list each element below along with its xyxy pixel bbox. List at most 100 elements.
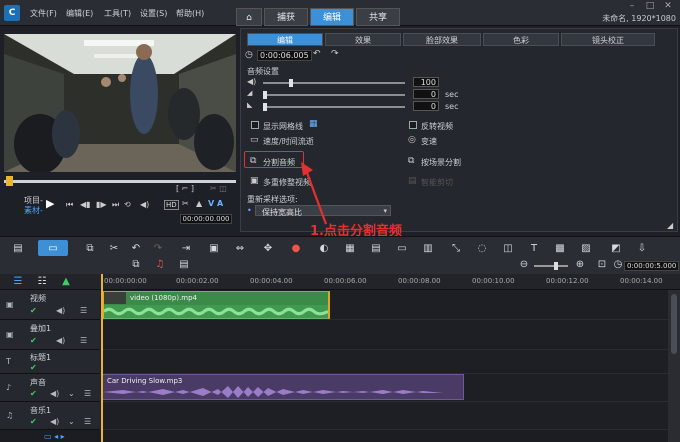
redo-icon[interactable]: ↷ xyxy=(152,243,164,254)
menu-file[interactable]: 文件(F) xyxy=(30,8,57,19)
multicam-icon[interactable]: ▦ xyxy=(344,243,356,254)
step-back-icon[interactable]: ◀▮ xyxy=(80,200,91,209)
track-audio-icon[interactable]: ◀) xyxy=(56,306,65,315)
show-grid-checkbox[interactable] xyxy=(251,121,259,129)
track-header-music[interactable]: ♫ 音乐1 ✔ ◀) ⌄ ☰ xyxy=(0,402,100,430)
volume-icon[interactable]: ◀) xyxy=(140,200,149,209)
sync-icon[interactable]: ⧉ xyxy=(130,259,142,270)
track-expand-icon[interactable]: ⌄ xyxy=(68,389,75,398)
track-visible-icon[interactable]: ✔ xyxy=(30,389,37,398)
tab-color[interactable]: 色彩 xyxy=(483,33,559,46)
track-header-voice[interactable]: ♪ 声音 ✔ ◀) ⌄ ☰ xyxy=(0,374,100,402)
audio-clip[interactable]: Car Driving Slow.mp3 xyxy=(102,374,464,400)
clip-duration-field[interactable]: 0:00:06.005 xyxy=(257,50,312,61)
track-header-title[interactable]: T 标题1 ✔ xyxy=(0,350,100,374)
ai-icon[interactable]: ◩ xyxy=(610,243,622,254)
split-screen-icon[interactable]: ▥ xyxy=(422,243,434,254)
timeline-timecode[interactable]: 0:00:00:5.000 xyxy=(624,261,680,271)
rotate-left-icon[interactable]: ↶ xyxy=(313,49,321,59)
tab-capture[interactable]: 捕获 xyxy=(264,8,308,26)
motion-icon[interactable]: ✥ xyxy=(262,243,274,254)
text-icon[interactable]: V A xyxy=(208,199,223,208)
tab-home[interactable]: ⌂ xyxy=(236,8,262,26)
track-menu-icon[interactable]: ☰ xyxy=(84,417,91,426)
menu-help[interactable]: 帮助(H) xyxy=(176,8,204,19)
volume-value[interactable]: 100 xyxy=(413,77,439,87)
menu-tools[interactable]: 工具(T) xyxy=(104,8,131,19)
maximize-icon[interactable]: □ xyxy=(642,1,658,12)
track-row-music[interactable] xyxy=(100,402,668,430)
variable-speed-icon[interactable]: ◎ xyxy=(408,135,416,145)
undo-icon[interactable]: ↶ xyxy=(130,243,142,254)
track-row-title[interactable] xyxy=(100,350,668,374)
skip-start-icon[interactable]: ⏮ xyxy=(66,200,73,210)
track-visible-icon[interactable]: ✔ xyxy=(30,306,37,315)
menu-edit[interactable]: 编辑(E) xyxy=(66,8,93,19)
track-list-icon[interactable]: ☰ xyxy=(12,276,24,287)
scrubber-handle[interactable] xyxy=(6,176,13,186)
reverse-video-checkbox[interactable] xyxy=(409,121,417,129)
zoom-in-icon[interactable]: ⊕ xyxy=(574,259,586,270)
pan-zoom-icon[interactable]: ⤡ xyxy=(450,243,462,254)
track-audio-icon[interactable]: ◀) xyxy=(56,336,65,345)
track-options-icon[interactable]: ☷ xyxy=(36,276,48,287)
track-audio-icon[interactable]: ◀) xyxy=(50,417,59,426)
zoom-slider[interactable] xyxy=(534,262,568,270)
rotate-right-icon[interactable]: ↷ xyxy=(331,49,339,59)
track-header-video[interactable]: ▣ 视频 ✔ ◀) ☰ xyxy=(0,290,100,320)
track-visible-icon[interactable]: ✔ xyxy=(30,336,37,345)
track-menu-icon[interactable]: ☰ xyxy=(80,306,87,315)
trim-icon[interactable]: ⇥ xyxy=(180,243,192,254)
tab-face-effects[interactable]: 脸部效果 xyxy=(403,33,481,46)
track-header-overlay[interactable]: ▣ 叠加1 ✔ ◀) ☰ xyxy=(0,320,100,350)
playhead[interactable] xyxy=(101,274,103,442)
cut-icon[interactable]: ✂ xyxy=(108,243,120,254)
fit-icon[interactable]: ⇔ xyxy=(234,243,246,254)
preview-timecode[interactable]: 00:00:00.000 xyxy=(180,214,232,224)
mask-icon[interactable]: ◐ xyxy=(318,243,330,254)
tab-share[interactable]: 共享 xyxy=(356,8,400,26)
audio-mixer-icon[interactable]: ▤ xyxy=(178,259,190,270)
split-by-scene-button[interactable]: 按场景分割 xyxy=(421,157,461,168)
tab-edit[interactable]: 编辑 xyxy=(310,8,354,26)
track-menu-icon[interactable]: ☰ xyxy=(84,389,91,398)
mic-icon[interactable]: ♫ xyxy=(154,259,166,270)
tab-effects[interactable]: 效果 xyxy=(325,33,401,46)
track-menu-icon[interactable]: ☰ xyxy=(80,336,87,345)
skip-end-icon[interactable]: ⏭ xyxy=(112,200,119,210)
mark-in-out-icon[interactable]: [ ⌐ ] xyxy=(176,184,194,193)
stabilize-icon[interactable]: ◫ xyxy=(502,243,514,254)
clip-mode-label[interactable]: 素材- xyxy=(24,205,43,216)
export-icon[interactable]: ⇩ xyxy=(636,243,648,254)
video-preview[interactable] xyxy=(4,34,236,172)
storyboard-view-icon[interactable]: ▤ xyxy=(12,243,24,254)
video-clip[interactable]: video (1080p).mp4 xyxy=(102,291,330,319)
zoom-out-icon[interactable]: ⊖ xyxy=(518,259,530,270)
anchor-icon[interactable]: ▲ xyxy=(196,199,202,208)
paint-icon[interactable]: ▨ xyxy=(580,243,592,254)
timeline-scrollbar[interactable] xyxy=(668,290,680,442)
fade-out-slider[interactable] xyxy=(263,103,405,111)
repeat-icon[interactable]: ⟲ xyxy=(124,200,131,209)
menu-settings[interactable]: 设置(S) xyxy=(140,8,167,19)
speed-timelapse-icon[interactable]: ▭ xyxy=(250,135,259,145)
tab-edit-options[interactable]: 编辑 xyxy=(247,33,323,46)
speed-timelapse-button[interactable]: 速度/时间流逝 xyxy=(263,136,314,147)
multi-trim-icon[interactable]: ▣ xyxy=(250,176,259,186)
volume-slider[interactable] xyxy=(263,79,405,87)
split-by-scene-icon[interactable]: ⧉ xyxy=(408,156,414,166)
fade-in-slider[interactable] xyxy=(263,91,405,99)
tracker-icon[interactable]: ◌ xyxy=(476,243,488,254)
screen-record-icon[interactable]: ▭ xyxy=(396,243,408,254)
add-track-icon[interactable]: ▲ xyxy=(60,276,72,287)
fade-out-value[interactable]: 0 xyxy=(413,101,439,111)
scroll-left-icon[interactable]: ▭ ◂ ▸ xyxy=(44,432,65,441)
fade-in-value[interactable]: 0 xyxy=(413,89,439,99)
track-manager-icon[interactable]: ⧉ xyxy=(84,243,96,254)
track-audio-icon[interactable]: ◀) xyxy=(50,389,59,398)
effects-icon[interactable]: ▩ xyxy=(554,243,566,254)
grid-options-icon[interactable]: ▦ xyxy=(309,119,318,129)
minimize-icon[interactable]: – xyxy=(624,1,640,12)
variable-speed-button[interactable]: 变速 xyxy=(421,136,437,147)
step-forward-icon[interactable]: ▮▶ xyxy=(96,200,107,209)
